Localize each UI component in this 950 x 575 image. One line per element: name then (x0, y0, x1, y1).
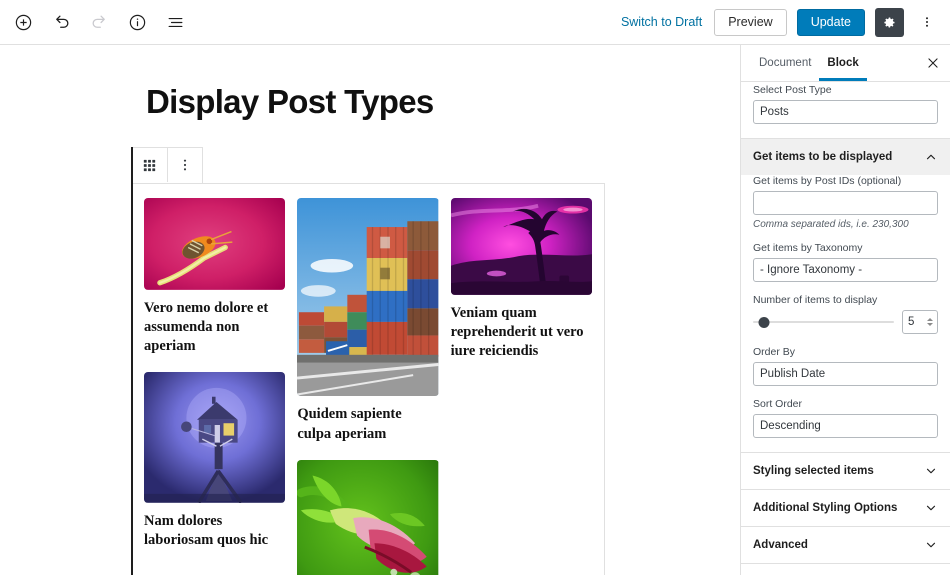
chevron-down-icon (924, 538, 938, 552)
select-post-type-dropdown[interactable]: Posts (753, 100, 938, 124)
more-vertical-icon[interactable] (914, 7, 940, 37)
chevron-down-icon (924, 464, 938, 478)
panel-styling-selected-items: Styling selected items (741, 453, 950, 490)
panel-advanced: Advanced (741, 527, 950, 564)
post-type-section: Select Post Type Posts (741, 82, 950, 139)
sort-order-value[interactable]: Descending (753, 414, 938, 438)
post-grid: Vero nemo dolore et assumenda non aperia… (144, 198, 592, 575)
post-title[interactable]: Nam dolores laboriosam quos hic (144, 512, 285, 550)
post-thumbnail-house-on-tower-blue[interactable] (144, 372, 286, 503)
select-post-type-label: Select Post Type (753, 84, 832, 96)
taxonomy-value[interactable]: - Ignore Taxonomy - (753, 258, 938, 282)
panel-title: Styling selected items (753, 465, 874, 477)
number-of-items-stepper[interactable]: 5 (902, 310, 938, 334)
chevron-up-icon (924, 150, 938, 164)
panel-title: Additional Styling Options (753, 502, 898, 514)
taxonomy-label: Get items by Taxonomy (753, 242, 863, 254)
grid-view-icon[interactable] (132, 148, 167, 182)
slider-thumb[interactable] (758, 316, 770, 328)
post-thumbnail-shipping-containers[interactable] (297, 198, 439, 397)
sort-order-field: Sort Order Descending (753, 398, 938, 438)
editor-header: Switch to Draft Preview Update (0, 0, 950, 45)
post-card[interactable]: Veniam quam reprehenderit ut vero iure r… (450, 198, 592, 361)
add-block-icon[interactable] (6, 5, 40, 39)
panel-styling-selected-items-header[interactable]: Styling selected items (741, 453, 950, 489)
post-thumbnail-flower-bud-green[interactable] (297, 459, 439, 575)
panel-additional-styling-options: Additional Styling Options (741, 490, 950, 527)
tab-document[interactable]: Document (751, 45, 819, 81)
block-options-icon[interactable] (166, 148, 202, 182)
number-of-items-field: Number of items to display 5 (753, 294, 938, 334)
gear-icon[interactable] (875, 7, 904, 37)
taxonomy-field: Get items by Taxonomy - Ignore Taxonomy … (753, 242, 938, 282)
chevron-down-icon (924, 501, 938, 515)
info-icon[interactable] (120, 5, 154, 39)
redo-icon (82, 5, 116, 39)
block-toolbar (131, 147, 203, 184)
panel-title: Advanced (753, 539, 808, 551)
post-card[interactable]: Quidem sapiente culpa aperiam (297, 198, 439, 444)
post-card[interactable]: Vero nemo dolore et assumenda non aperia… (144, 198, 286, 356)
selected-block: Vero nemo dolore et assumenda non aperia… (131, 147, 605, 575)
panel-advanced-header[interactable]: Advanced (741, 527, 950, 563)
post-ids-help: Comma separated ids, i.e. 230,300 (753, 219, 909, 230)
canvas-inner: Display Post Types Vero nemo dolore et a… (0, 45, 740, 575)
order-by-field: Order By Publish Date (753, 346, 938, 386)
sort-order-label: Sort Order (753, 398, 803, 410)
sidebar-tabs: Document Block (741, 45, 950, 82)
number-of-items-label: Number of items to display (753, 294, 878, 306)
order-by-label: Order By (753, 346, 796, 358)
editor-body: Display Post Types Vero nemo dolore et a… (0, 45, 950, 575)
order-by-dropdown[interactable]: Publish Date (753, 362, 938, 386)
editor-canvas: Display Post Types Vero nemo dolore et a… (0, 45, 740, 575)
header-right-actions: Switch to Draft Preview Update (619, 7, 940, 37)
tab-block[interactable]: Block (819, 45, 866, 81)
display-post-types-block[interactable]: Vero nemo dolore et assumenda non aperia… (131, 183, 605, 575)
switch-to-draft-link[interactable]: Switch to Draft (619, 11, 704, 33)
slider-track (753, 321, 894, 323)
post-ids-field: Get items by Post IDs (optional) Comma s… (753, 175, 938, 230)
number-of-items-slider[interactable] (753, 314, 894, 330)
post-title[interactable]: Veniam quam reprehenderit ut vero iure r… (451, 304, 592, 361)
page-title[interactable]: Display Post Types (146, 83, 740, 121)
panel-get-items: Get items to be displayed Get items by P… (741, 139, 950, 453)
sidebar-scroll-area[interactable]: Select Post Type Posts Get items to be d… (741, 82, 950, 575)
panel-additional-styling-options-header[interactable]: Additional Styling Options (741, 490, 950, 526)
post-title[interactable]: Vero nemo dolore et assumenda non aperia… (144, 299, 285, 356)
settings-sidebar: Document Block Select Post Type Posts Ge… (740, 45, 950, 575)
list-view-icon[interactable] (158, 5, 192, 39)
number-of-items-value: 5 (908, 316, 915, 328)
stepper-arrows-icon[interactable] (927, 311, 933, 333)
editor-app: Switch to Draft Preview Update Display P… (0, 0, 950, 575)
taxonomy-dropdown[interactable]: - Ignore Taxonomy - (753, 258, 938, 282)
post-thumbnail-tree-silhouette-purple[interactable] (450, 198, 592, 295)
sort-order-dropdown[interactable]: Descending (753, 414, 938, 438)
post-ids-input[interactable] (753, 191, 938, 215)
post-thumbnail-insect-on-stem-pink[interactable] (144, 198, 286, 290)
panel-get-items-body: Get items by Post IDs (optional) Comma s… (741, 175, 950, 452)
panel-title: Get items to be displayed (753, 151, 893, 163)
post-card[interactable]: Aspernatur sed maxime quos neque (297, 459, 439, 575)
post-title[interactable]: Quidem sapiente culpa aperiam (297, 405, 438, 443)
undo-icon[interactable] (44, 5, 78, 39)
order-by-value[interactable]: Publish Date (753, 362, 938, 386)
panel-get-items-header[interactable]: Get items to be displayed (741, 139, 950, 175)
select-post-type-field: Select Post Type Posts (753, 84, 938, 124)
header-left-tools (6, 5, 192, 39)
post-card[interactable]: Nam dolores laboriosam quos hic (144, 372, 286, 550)
post-ids-label: Get items by Post IDs (optional) (753, 175, 902, 187)
close-icon[interactable] (920, 50, 946, 76)
update-button[interactable]: Update (796, 8, 865, 36)
preview-button[interactable]: Preview (714, 8, 787, 36)
select-post-type-value[interactable]: Posts (753, 100, 938, 124)
